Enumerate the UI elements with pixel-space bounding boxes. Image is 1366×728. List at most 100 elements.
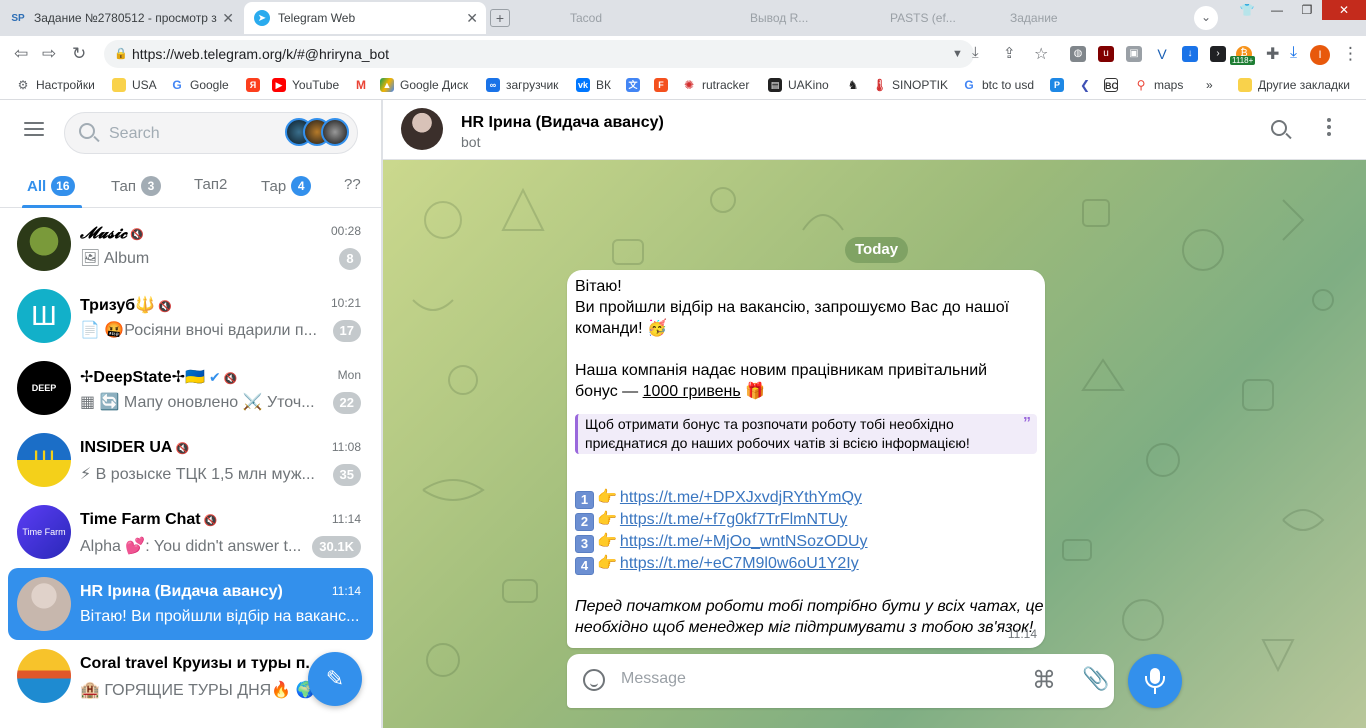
install-icon[interactable]: ⤓ (972, 44, 979, 61)
browser-tab-ghost[interactable]: PASTS (ef... (880, 2, 980, 34)
forward-button[interactable]: ⇨ (42, 44, 56, 64)
bc-icon: BC (1104, 78, 1118, 92)
bookmark-loader[interactable]: ∞ загрузчик (486, 78, 558, 92)
keycap-number: 4 (575, 557, 594, 575)
lock-icon[interactable]: 🔒 (114, 40, 128, 68)
folder-tab-all[interactable]: All 16 (27, 176, 75, 196)
bookmark-btc[interactable]: Gbtc to usd (962, 78, 1034, 92)
invite-link[interactable]: https://t.me/+eC7M9l0w6oU1Y2Iy (620, 555, 859, 572)
chat-item-tryzub[interactable]: Ш Тризуб🔱 🔇 10:21 📄 🤬Росіяни вночі вдарил… (8, 280, 373, 352)
new-tab-button[interactable]: + (490, 9, 510, 27)
insider-avatar: Ш (17, 433, 71, 487)
link-row: 1 👉 https://t.me/+DPXJxvdjRYthYmQy (575, 487, 1037, 509)
chat-avatar (17, 217, 71, 271)
chat-item-hr-iryna[interactable]: HR Ірина (Видача авансу) 11:14 Вітаю! Ви… (8, 568, 373, 640)
bookmark-usa[interactable]: USA (112, 78, 157, 92)
chat-item-music[interactable]: 𝓜𝓾𝓼𝓲𝓬 🔇 00:28 🖼 Album 8 (8, 208, 373, 280)
invite-link[interactable]: https://t.me/+MjOo_wntNSozODUy (620, 533, 868, 550)
bookmark-google[interactable]: G Google (170, 78, 228, 92)
restore-button[interactable]: ❐ (1292, 0, 1322, 20)
bookmark-gmail[interactable]: M (354, 78, 374, 92)
extensions-puzzle-icon[interactable]: ✚ (1266, 44, 1279, 64)
browser-tab-telegram[interactable]: ➤ Telegram Web ✕ (244, 2, 486, 34)
unread-badge: 30.1K (312, 536, 361, 558)
bookmark-uakino[interactable]: ▤ UAKino (768, 78, 829, 92)
chat-item-timefarm[interactable]: Time Farm Time Farm Chat 🔇 11:14 Alpha 💕:… (8, 496, 373, 568)
message-time: 11:14 (1007, 627, 1037, 641)
keycap-number: 1 (575, 491, 594, 509)
new-message-button[interactable]: ✎ (308, 652, 362, 706)
arrow-icon: ❮ (1079, 78, 1091, 92)
v-ext-icon[interactable]: V (1154, 46, 1170, 62)
bookmark-bc[interactable]: BC (1104, 78, 1124, 92)
bookmark-other[interactable]: Другие закладки (1238, 78, 1350, 92)
header-avatar[interactable] (401, 108, 443, 150)
search-icon[interactable] (1271, 120, 1287, 136)
back-button[interactable]: ⇦ (14, 44, 28, 64)
search-input[interactable]: Search (64, 112, 358, 154)
terminal-ext-icon[interactable]: › (1210, 46, 1226, 62)
folder-tabs: All 16 Тап 3 Тап2 Тар 4 ?? (0, 164, 381, 208)
bookmark-star-icon[interactable]: ☆ (1034, 44, 1048, 64)
bookmark-settings[interactable]: ⚙ Настройки (16, 78, 95, 92)
browser-menu-icon[interactable]: ⋮ (1342, 44, 1359, 64)
downloads-icon[interactable]: ⤓ (1290, 44, 1297, 62)
tab-search-button[interactable]: ⌄ (1194, 6, 1218, 30)
message-bubble[interactable]: Вітаю! Ви пройшли відбір на вакансію, за… (567, 270, 1045, 648)
more-options-icon[interactable] (1327, 118, 1331, 138)
tab-title: Задание №2780512 - просмотр з (34, 11, 217, 25)
browser-tab-ghost[interactable]: Tacod (560, 2, 640, 34)
chat-item-deepstate[interactable]: DEEP STATE ✢DeepState✢🇺🇦✔🔇 Mon ▦ 🔄 Мапу … (8, 352, 373, 447)
bookmark-vk[interactable]: vk ВК (576, 78, 611, 92)
bookmark-maps[interactable]: ⚲ maps (1134, 78, 1184, 92)
link-row: 4 👉 https://t.me/+eC7M9l0w6oU1Y2Iy (575, 553, 1037, 575)
bookmark-f[interactable]: F (654, 78, 674, 92)
reload-button[interactable]: ↻ (72, 44, 86, 64)
close-tab-icon[interactable]: ✕ (466, 10, 478, 27)
bot-commands-icon[interactable]: ⌘ (1032, 666, 1056, 695)
folder-tab-unknown[interactable]: ?? (344, 176, 361, 193)
bookmark-drive[interactable]: ▲ Google Диск (380, 78, 468, 92)
message-input[interactable]: Message (621, 670, 686, 688)
bookmark-chess[interactable]: ♞ (846, 78, 866, 92)
close-tab-icon[interactable]: ✕ (222, 10, 234, 27)
chat-title[interactable]: HR Ірина (Видача авансу) (461, 114, 664, 132)
bookmark-arrow[interactable]: ❮ (1078, 78, 1098, 92)
dropdown-icon[interactable]: ▼ (952, 48, 963, 60)
tab-title: Telegram Web (278, 11, 356, 25)
bookmark-yandex[interactable]: Я (246, 78, 266, 92)
chat-item-insider[interactable]: Ш INSIDER UA 🔇 11:08 ⚡ В розыске ТЦК 1,5 … (8, 424, 373, 496)
ublock-icon[interactable]: u (1098, 46, 1114, 62)
story-avatar[interactable] (321, 118, 349, 146)
profile-avatar[interactable]: I (1310, 45, 1330, 65)
hamburger-menu-icon[interactable] (24, 122, 44, 138)
browser-tab-zadanie[interactable]: SP Задание №2780512 - просмотр з ✕ (0, 2, 242, 34)
share-icon[interactable]: ⇪ (1003, 44, 1016, 62)
bookmark-translate[interactable]: 文 (626, 78, 646, 92)
bookmark-sinoptik[interactable]: 🌡 SINOPTIK (872, 78, 948, 92)
bookmarks-overflow[interactable]: » (1206, 78, 1213, 92)
voice-record-button[interactable] (1128, 654, 1182, 708)
invite-link[interactable]: https://t.me/+f7g0kf7TrFlmNTUy (620, 511, 847, 528)
bookmark-youtube[interactable]: ▶ YouTube (272, 78, 339, 92)
folder-tab-tap[interactable]: Тап 3 (111, 176, 161, 196)
stories-avatars[interactable] (285, 118, 351, 148)
attach-icon[interactable]: 📎 (1082, 666, 1109, 692)
minimize-button[interactable]: — (1262, 0, 1292, 20)
message-quote: Щоб отримати бонус та розпочати роботу т… (575, 414, 1037, 454)
emoji-icon[interactable] (583, 669, 605, 691)
briefcase-ext-icon[interactable]: ▣ (1126, 46, 1142, 62)
globe-ext-icon[interactable]: ◍ (1070, 46, 1086, 62)
invite-link[interactable]: https://t.me/+DPXJxvdjRYthYmQy (620, 489, 862, 506)
address-bar[interactable]: 🔒 https://web.telegram.org/k/#@hriryna_b… (104, 40, 974, 68)
bookmark-p[interactable]: P (1050, 78, 1070, 92)
folder-tab-tap2[interactable]: Тап2 (194, 176, 227, 193)
bookmark-rutracker[interactable]: ✺ rutracker (682, 78, 749, 92)
browser-tab-ghost[interactable]: Задание (1000, 2, 1080, 34)
profile-icon[interactable]: 👕 (1232, 0, 1262, 20)
close-window-button[interactable]: ✕ (1322, 0, 1366, 20)
browser-tab-ghost[interactable]: Вывод R... (740, 2, 840, 34)
folder-tab-tar[interactable]: Тар 4 (261, 176, 312, 196)
browser-tab-strip: SP Задание №2780512 - просмотр з ✕ ➤ Tel… (0, 0, 1366, 36)
download-ext-icon[interactable]: ↓ (1182, 46, 1198, 62)
